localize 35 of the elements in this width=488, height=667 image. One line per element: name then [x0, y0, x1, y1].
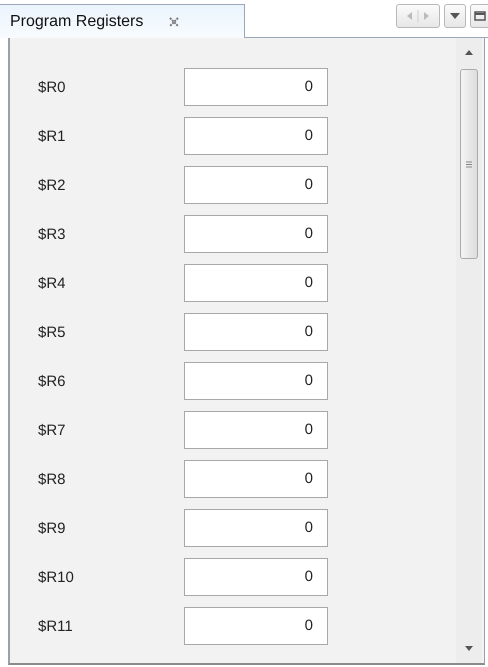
register-field[interactable]: 0 [184, 509, 328, 547]
tab-title: Program Registers [10, 12, 144, 30]
register-label: $R2 [37, 176, 67, 194]
register-field[interactable]: 0 [184, 411, 328, 449]
register-field[interactable]: 0 [184, 166, 328, 204]
register-field[interactable]: 0 [184, 607, 328, 645]
register-field[interactable]: 0 [184, 117, 328, 155]
register-label: $R1 [37, 128, 67, 144]
register-field[interactable]: 0 [184, 460, 328, 498]
register-label: $R8 [37, 470, 67, 488]
register-label: $R4 [37, 274, 67, 292]
scrollbar-thumb[interactable] [460, 69, 478, 259]
register-field[interactable]: 0 [184, 558, 328, 596]
register-label: $R0 [37, 78, 67, 96]
scroll-down-icon[interactable] [465, 646, 473, 651]
panel-tab[interactable]: Program Registers [0, 4, 245, 38]
maximize-icon [474, 11, 486, 21]
register-field[interactable]: 0 [184, 264, 328, 302]
register-label: $R9 [37, 520, 67, 536]
register-label: $R3 [37, 226, 67, 242]
scroll-up-icon[interactable] [465, 50, 473, 55]
register-label: $R6 [37, 372, 67, 390]
register-label: $R10 [37, 568, 75, 586]
register-field[interactable]: 0 [184, 313, 328, 351]
maximize-button[interactable] [470, 4, 488, 28]
register-field[interactable]: 0 [184, 68, 328, 106]
grip-icon [466, 160, 472, 168]
register-label: $R7 [37, 422, 67, 438]
register-label: $R5 [37, 324, 67, 340]
register-field[interactable]: 0 [184, 362, 328, 400]
view-menu-button[interactable] [444, 4, 466, 28]
register-label: $R11 [37, 618, 74, 634]
close-icon[interactable] [169, 16, 180, 26]
register-field[interactable]: 0 [184, 215, 328, 253]
dropdown-icon [450, 13, 460, 19]
